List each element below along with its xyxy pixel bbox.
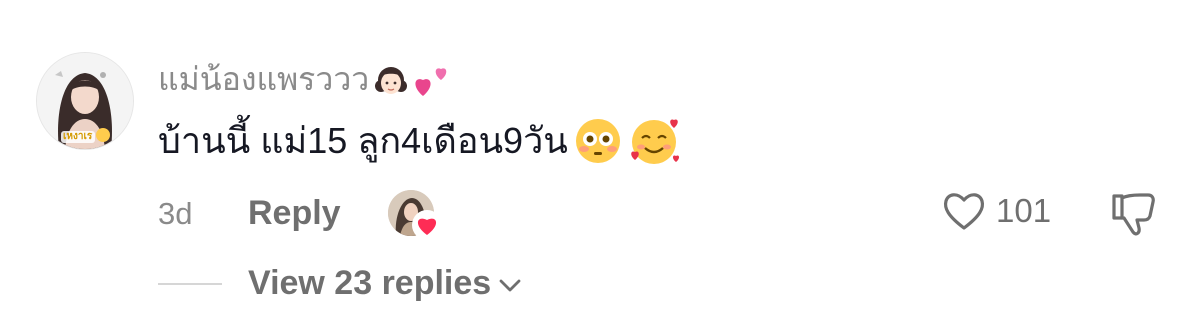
view-replies-label: View 23 replies [248, 264, 492, 302]
commenter-avatar[interactable]: เหงาเร [36, 52, 134, 150]
creator-heart-wrapper [412, 210, 442, 240]
comment-username[interactable]: แม่น้องแพรววว [158, 54, 369, 105]
heart-filled-icon [417, 218, 437, 235]
avatar-caption: เหงาเร [63, 131, 93, 142]
smiling-face-with-hearts-emoji [631, 119, 679, 164]
girl-face-emoji [375, 66, 408, 94]
comment-text: บ้านนี้ แม่15 ลูก4เดือน9วัน [158, 120, 568, 161]
comment-body: บ้านนี้ แม่15 ลูก4เดือน9วัน [158, 112, 682, 169]
reply-button[interactable]: Reply [248, 194, 341, 233]
comment-item: เหงาเร แม่น้องแพรววว บ้านนี้ แม่15 ลูก4เ… [0, 0, 1200, 321]
dislike-button[interactable] [1110, 190, 1158, 238]
thumbs-down-outline-icon[interactable] [1110, 190, 1158, 238]
replies-divider [158, 282, 222, 285]
flushed-face-emoji [575, 118, 620, 163]
chevron-down-icon [499, 279, 521, 291]
two-hearts-emoji [415, 67, 447, 96]
like-button[interactable]: 101 [942, 190, 1051, 232]
comment-username-row: แม่น้องแพรววว [158, 54, 453, 105]
creator-liked-badge [388, 190, 442, 240]
view-replies-button[interactable]: View 23 replies [158, 264, 521, 303]
comment-timestamp: 3d [158, 196, 193, 231]
like-count: 101 [996, 192, 1052, 229]
heart-outline-icon[interactable] [942, 190, 986, 232]
